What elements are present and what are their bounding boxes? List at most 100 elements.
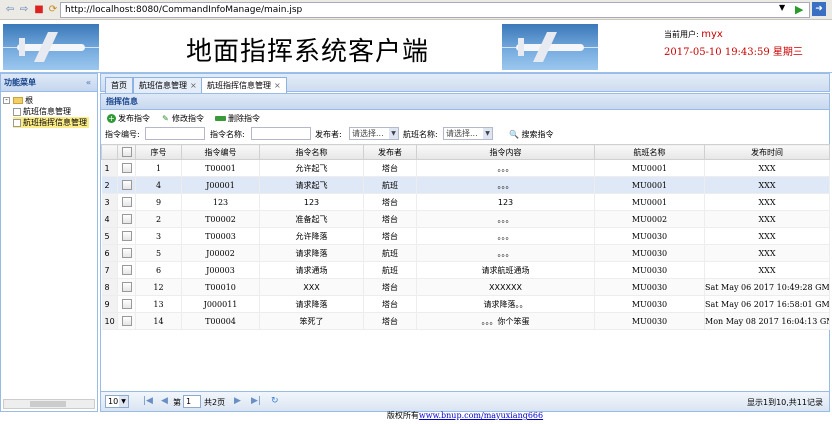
sidebar-header: 功能菜单 «	[1, 74, 97, 92]
cell-time: XXX	[704, 261, 830, 279]
row-select[interactable]	[117, 210, 136, 228]
address-bar[interactable]: http://localhost:8080/CommandInfoManage/…	[60, 2, 810, 18]
row-select[interactable]	[117, 278, 136, 296]
command-panel: 指挥信息 + 发布指令 ✎ 修改指令 删除指令 指令编号: 指令名称: 发布者: 请…	[100, 93, 830, 412]
checkbox[interactable]	[121, 316, 132, 326]
table-row[interactable]: 4 2 T00002 准备起飞 塔台。。。 MU0002 XXX	[101, 210, 830, 228]
edit-button[interactable]: ✎ 修改指令	[161, 113, 204, 124]
flight-select[interactable]: 请选择... ▼	[443, 127, 493, 140]
checkbox[interactable]	[121, 299, 132, 309]
cell-time: XXX	[704, 227, 830, 245]
header-col[interactable]: 航班名称	[594, 144, 705, 160]
sidebar-scrollbar[interactable]	[3, 399, 95, 409]
prev-page-button[interactable]: ◀	[161, 396, 168, 406]
table-row[interactable]: 8 12 T00010 XXX 塔台 XXXXXX MU0030 Sat May 06 201…	[101, 278, 830, 296]
table-row[interactable]: 7 6 J00003 请求通场 航班 请求航班通场 MU0030 XXX	[101, 261, 830, 279]
header-col[interactable]: 指令编号	[181, 144, 260, 160]
page-size-select[interactable]: 10 ▼	[105, 395, 129, 408]
browser-toolbar: ⇦ ⇨ ■ ⟳ http://localhost:8080/CommandInf…	[0, 0, 832, 20]
cell-content: 。。。你个笨蛋	[416, 312, 595, 330]
row-select[interactable]	[117, 176, 136, 194]
tab-flight-command[interactable]: 航班指挥信息管理 ×	[201, 77, 287, 94]
row-select[interactable]	[117, 312, 136, 330]
footer: 版权所有www.bnup.com/mayuxiang666	[100, 410, 830, 422]
table-row[interactable]: 6 5 J00002 请求降落 航班。。。 MU0030 XXX	[101, 244, 830, 262]
back-icon[interactable]: ⇦	[4, 4, 16, 16]
tab-home[interactable]: 首页	[105, 77, 133, 93]
checkbox[interactable]	[121, 231, 132, 241]
refresh-page-button[interactable]: ↻	[271, 396, 279, 406]
last-page-button[interactable]: ▶|	[251, 396, 261, 406]
header-col[interactable]: 指令内容	[416, 144, 595, 160]
publish-button[interactable]: + 发布指令	[107, 113, 150, 124]
table-row[interactable]: 1 1 T00001 允许起飞 塔台。。。 MU0001 XXX	[101, 159, 830, 177]
next-page-button[interactable]: ▶	[234, 396, 241, 406]
table-row[interactable]: 9 13 J000011 请求降落 塔台 请求降落。。 MU0030 Sat May 06 2…	[101, 295, 830, 313]
forward-icon[interactable]: ⇨	[18, 4, 30, 16]
cell-seq: 3	[135, 227, 182, 245]
page-number-input[interactable]: 1	[183, 395, 201, 408]
sidebar-item-label: 航班指挥信息管理	[23, 118, 87, 127]
refresh-icon[interactable]: ⟳	[47, 4, 59, 16]
row-select[interactable]	[117, 244, 136, 262]
sidebar-item-flight-info[interactable]: 航班信息管理	[13, 106, 71, 117]
browser-menu-icon[interactable]: ➜	[812, 2, 826, 16]
row-select[interactable]	[117, 261, 136, 279]
name-input[interactable]	[251, 127, 311, 140]
cell-seq: 1	[135, 159, 182, 177]
name-label: 指令名称:	[210, 130, 245, 139]
search-button[interactable]: 🔍 搜索指令	[509, 129, 554, 140]
checkbox[interactable]	[121, 163, 132, 173]
checkbox[interactable]	[121, 265, 132, 275]
row-select[interactable]	[117, 159, 136, 177]
pencil-icon: ✎	[162, 114, 169, 123]
cell-seq: 6	[135, 261, 182, 279]
tab-flight-info[interactable]: 航班信息管理 ×	[133, 77, 203, 93]
stop-icon[interactable]: ■	[33, 4, 45, 16]
cell-flight: MU0030	[594, 295, 705, 313]
header-col[interactable]: 发布时间	[704, 144, 830, 160]
checkbox[interactable]	[121, 197, 132, 207]
clock: 2017-05-10 19:43:59 星期三	[664, 47, 803, 58]
header-rownum	[101, 144, 118, 160]
airplane-banner-image	[3, 24, 99, 70]
sidebar: 功能菜单 « - 根 航班信息管理 航班指挥信息管理	[0, 73, 98, 412]
page-size-value: 10	[108, 397, 119, 406]
checkbox[interactable]	[121, 214, 132, 224]
minus-icon[interactable]: -	[3, 97, 10, 104]
publisher-select[interactable]: 请选择... ▼	[349, 127, 399, 140]
table-row[interactable]: 2 4 J00001 请求起飞 航班。。。 MU0001 XXX	[101, 176, 830, 194]
collapse-icon[interactable]: «	[86, 74, 91, 92]
tree-root[interactable]: - 根	[3, 95, 33, 106]
table-row[interactable]: 3 9 123 123 塔台 123 MU0001 XXX	[101, 193, 830, 211]
header-col[interactable]: 指令名称	[259, 144, 364, 160]
header-select-all[interactable]	[117, 144, 136, 160]
code-input[interactable]	[145, 127, 205, 140]
header-col[interactable]: 发布者	[363, 144, 417, 160]
row-number: 5	[101, 227, 118, 245]
header-col[interactable]: 序号	[135, 144, 182, 160]
edit-label: 修改指令	[172, 114, 204, 123]
row-select[interactable]	[117, 227, 136, 245]
address-dropdown-icon[interactable]: ▼	[779, 3, 785, 12]
checkbox[interactable]	[121, 147, 132, 157]
row-number: 1	[101, 159, 118, 177]
cell-flight: MU0030	[594, 261, 705, 279]
first-page-button[interactable]: |◀	[143, 396, 153, 406]
copyright-link[interactable]: www.bnup.com/mayuxiang666	[419, 411, 543, 420]
delete-button[interactable]: 删除指令	[215, 113, 260, 124]
close-icon[interactable]: ×	[190, 81, 197, 90]
table-row[interactable]: 10 14 T00004 笨死了 塔台 。。。你个笨蛋 MU0030 Mon May 08 2…	[101, 312, 830, 330]
cell-name: 准备起飞	[259, 210, 364, 228]
cell-content: 请求降落。。	[416, 295, 595, 313]
checkbox[interactable]	[121, 180, 132, 190]
checkbox[interactable]	[121, 282, 132, 292]
table-row[interactable]: 5 3 T00003 允许降落 塔台。。。 MU0030 XXX	[101, 227, 830, 245]
row-select[interactable]	[117, 193, 136, 211]
row-select[interactable]	[117, 295, 136, 313]
checkbox[interactable]	[121, 248, 132, 258]
cell-content: 。。。	[416, 159, 595, 177]
go-icon[interactable]: ▶	[795, 3, 803, 16]
close-icon[interactable]: ×	[274, 81, 281, 90]
sidebar-item-flight-command[interactable]: 航班指挥信息管理	[13, 117, 89, 128]
